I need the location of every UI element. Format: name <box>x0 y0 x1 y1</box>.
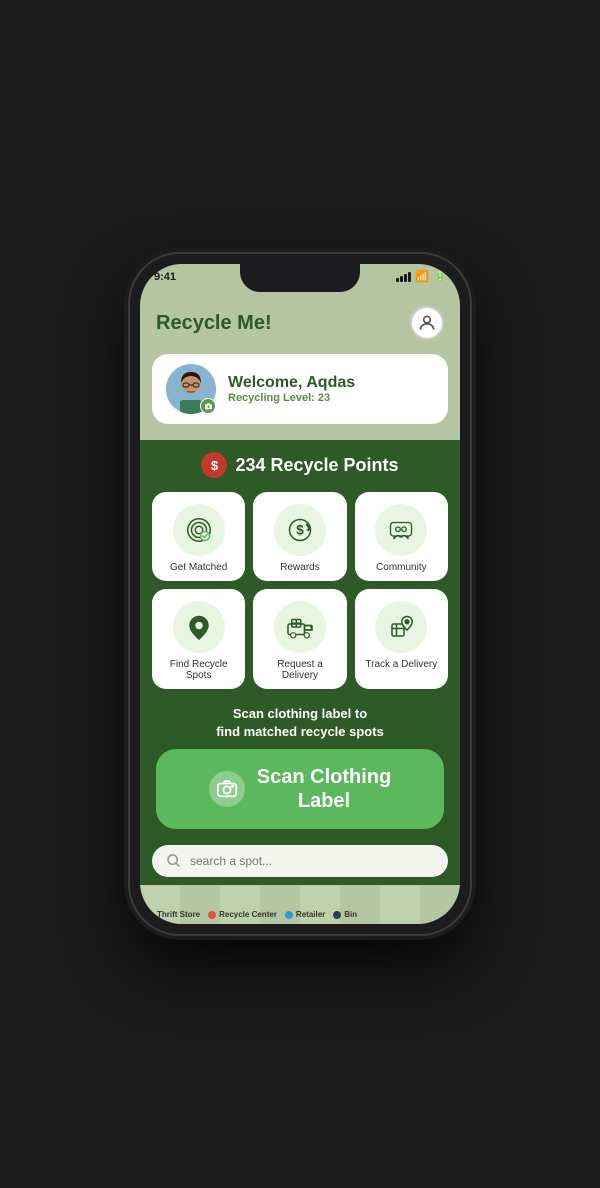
community-card[interactable]: Community <box>355 492 448 581</box>
user-info: Welcome, Aqdas Recycling Level: 23 <box>228 374 355 404</box>
search-bar[interactable] <box>152 845 448 877</box>
bin-dot <box>333 911 341 919</box>
phone-screen: 9:41 📶 🔋 Recycle Me! <box>140 264 460 924</box>
camera-badge-icon[interactable] <box>200 398 216 414</box>
legend-recycle: Recycle Center <box>208 910 277 919</box>
track-delivery-label: Track a Delivery <box>365 659 437 670</box>
legend-thrift: Thrift Store <box>146 910 200 919</box>
user-level: Recycling Level: 23 <box>228 392 355 404</box>
track-delivery-card[interactable]: Track a Delivery <box>355 589 448 689</box>
points-text: 234 Recycle Points <box>235 455 398 476</box>
thrift-label: Thrift Store <box>157 910 200 919</box>
user-card: Welcome, Aqdas Recycling Level: 23 <box>152 354 448 424</box>
main-scroll-area[interactable]: $ 234 Recycle Points <box>140 440 460 924</box>
scan-button-label: Scan ClothingLabel <box>257 765 391 813</box>
find-recycle-spots-label: Find Recycle Spots <box>160 659 237 681</box>
bin-label: Bin <box>344 910 357 919</box>
track-delivery-icon-circle <box>375 601 427 653</box>
status-time: 9:41 <box>154 271 176 283</box>
map-strip: Thrift Store Recycle Center Retailer <box>140 885 460 924</box>
legend-bin: Bin <box>333 910 357 919</box>
retailer-label: Retailer <box>296 910 325 919</box>
status-icons: 📶 🔋 <box>396 270 446 283</box>
map-legend: Thrift Store Recycle Center Retailer <box>146 910 454 919</box>
signal-icon <box>396 272 411 282</box>
request-delivery-card[interactable]: Request a Delivery <box>253 589 346 689</box>
points-row: $ 234 Recycle Points <box>140 440 460 488</box>
rewards-card[interactable]: $ Rewards <box>253 492 346 581</box>
thrift-dot <box>146 911 154 919</box>
phone-frame: 9:41 📶 🔋 Recycle Me! <box>130 254 470 934</box>
search-icon <box>166 853 182 869</box>
camera-scan-icon <box>209 771 245 807</box>
scan-section: Scan clothing label tofind matched recyc… <box>140 693 460 837</box>
features-grid: Get Matched $ Rewards <box>140 488 460 693</box>
retailer-dot <box>285 911 293 919</box>
recycle-dot <box>208 911 216 919</box>
battery-icon: 🔋 <box>435 271 446 282</box>
notch <box>240 264 360 292</box>
find-recycle-spots-card[interactable]: Find Recycle Spots <box>152 589 245 689</box>
app-title: Recycle Me! <box>156 312 272 335</box>
get-matched-icon-circle <box>173 504 225 556</box>
scan-hint: Scan clothing label tofind matched recyc… <box>216 705 384 741</box>
recycle-label: Recycle Center <box>219 910 277 919</box>
user-avatar-wrapper <box>166 364 216 414</box>
get-matched-label: Get Matched <box>170 562 227 573</box>
legend-retailer: Retailer <box>285 910 325 919</box>
request-delivery-label: Request a Delivery <box>261 659 338 681</box>
user-name: Welcome, Aqdas <box>228 374 355 392</box>
rewards-label: Rewards <box>280 562 319 573</box>
request-delivery-icon-circle <box>274 601 326 653</box>
scan-clothing-button[interactable]: Scan ClothingLabel <box>156 749 444 829</box>
community-label: Community <box>376 562 427 573</box>
search-input[interactable] <box>190 854 434 868</box>
get-matched-card[interactable]: Get Matched <box>152 492 245 581</box>
wifi-icon: 📶 <box>415 270 429 283</box>
svg-text:$: $ <box>296 523 304 538</box>
points-icon: $ <box>201 452 227 478</box>
user-card-section: Welcome, Aqdas Recycling Level: 23 <box>140 354 460 440</box>
find-recycle-spots-icon-circle <box>173 601 225 653</box>
app-content: 9:41 📶 🔋 Recycle Me! <box>140 264 460 924</box>
profile-avatar-button[interactable] <box>410 306 444 340</box>
community-icon-circle <box>375 504 427 556</box>
rewards-icon-circle: $ <box>274 504 326 556</box>
